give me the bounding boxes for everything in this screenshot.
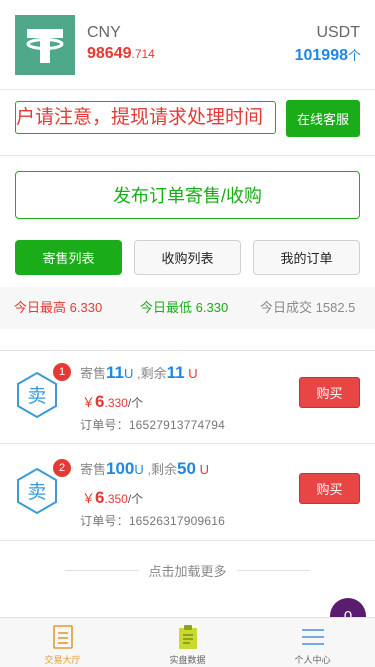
divider-line xyxy=(236,569,311,571)
order-no-value: 16526317909616 xyxy=(128,514,226,528)
remain-unit: U xyxy=(199,462,209,477)
list-item: 卖 2 寄售100U ,剩余50 U ￥6.350/个 订单号：16526317… xyxy=(0,451,375,543)
trade-hall-icon xyxy=(52,625,73,649)
remain-label: ,剩余 xyxy=(137,366,167,381)
nav-trade-label: 交易大厅 xyxy=(44,655,81,665)
sell-hexagon-char: 卖 xyxy=(27,385,46,407)
consign-label: 寄售 xyxy=(80,462,107,477)
nav-market-data[interactable]: 实盘数据 xyxy=(125,618,250,667)
order-no-label: 订单号： xyxy=(80,514,129,528)
notice-text: 户请注意，提现请求处理时间 xyxy=(16,107,264,128)
load-more-label: 点击加载更多 xyxy=(148,563,227,579)
today-stats-ticker: 今日最高 6.330 今日最低 6.330 今日成交 1582.5 xyxy=(0,287,375,329)
sell-hexagon-icon: 卖 xyxy=(17,371,57,419)
load-more-button[interactable]: 点击加载更多 xyxy=(65,561,311,579)
asset-header: CNY 98649.714 USDT 101998个 xyxy=(0,0,375,90)
remain-amount: 11 xyxy=(166,363,185,382)
consign-unit: U xyxy=(134,462,144,477)
online-service-button[interactable]: 在线客服 xyxy=(286,100,360,137)
consign-amount: 11 xyxy=(106,363,124,382)
order-no-value: 16527913774794 xyxy=(128,418,226,432)
bottom-nav: 交易大厅 实盘数据 个人中心 xyxy=(0,617,375,667)
stat-high: 今日最高 6.330 xyxy=(14,287,102,329)
tab-sell-list[interactable]: 寄售列表 xyxy=(15,240,122,275)
usdt-label: USDT xyxy=(316,24,360,41)
stat-volume-value: 1582.5 xyxy=(315,300,356,315)
clipboard-icon xyxy=(178,625,197,649)
order-number: 订单号：16527913774794 xyxy=(80,416,225,433)
sell-hexagon-icon: 卖 xyxy=(17,467,57,515)
remain-label: ,剩余 xyxy=(147,462,178,477)
price-unit: /个 xyxy=(127,492,144,506)
order-no-label: 订单号： xyxy=(80,418,129,432)
buy-button[interactable]: 购买 xyxy=(299,377,360,408)
order-price: ￥6.330/个 xyxy=(82,392,143,412)
divider-line xyxy=(65,569,139,571)
divider xyxy=(0,540,375,541)
order-price: ￥6.350/个 xyxy=(82,488,143,508)
order-number: 订单号：16526317909616 xyxy=(80,512,225,529)
price-dec: .330 xyxy=(104,396,128,410)
menu-icon xyxy=(301,629,324,645)
tab-my-orders[interactable]: 我的订单 xyxy=(253,240,360,275)
buy-button[interactable]: 购买 xyxy=(299,473,360,504)
stat-low-label: 今日最低 xyxy=(140,300,193,315)
yen-sign: ￥ xyxy=(82,491,96,506)
stat-high-value: 6.330 xyxy=(69,300,103,315)
consign-amount: 100 xyxy=(106,459,135,478)
notice-marquee: 户请注意，提现请求处理时间 xyxy=(15,101,276,134)
list-item: 卖 1 寄售11U ,剩余11 U ￥6.330/个 订单号：165279137… xyxy=(0,355,375,447)
stat-volume-label: 今日成交 xyxy=(260,300,313,315)
remain-unit: U xyxy=(188,366,198,381)
usdt-balance-unit: 个 xyxy=(347,48,361,63)
cny-balance-int: 98649 xyxy=(87,45,132,62)
publish-order-button[interactable]: 发布订单寄售/收购 xyxy=(15,171,360,219)
price-dec: .350 xyxy=(104,492,128,506)
consign-label: 寄售 xyxy=(80,366,107,381)
stat-low-value: 6.330 xyxy=(195,300,229,315)
divider xyxy=(0,443,375,444)
stat-low: 今日最低 6.330 xyxy=(140,287,228,329)
nav-trade-hall[interactable]: 交易大厅 xyxy=(0,618,125,667)
order-amounts: 寄售100U ,剩余50 U xyxy=(80,459,209,479)
tab-buy-list[interactable]: 收购列表 xyxy=(134,240,241,275)
remain-amount: 50 xyxy=(177,459,196,478)
usdt-balance-value: 101998 xyxy=(294,47,348,64)
stat-high-label: 今日最高 xyxy=(14,300,67,315)
nav-market-label: 实盘数据 xyxy=(169,655,206,665)
tether-logo-icon xyxy=(15,15,75,75)
divider xyxy=(0,350,375,351)
rank-badge: 1 xyxy=(53,363,71,381)
yen-sign: ￥ xyxy=(82,395,96,410)
sell-hexagon-char: 卖 xyxy=(27,481,46,503)
stat-volume: 今日成交 1582.5 xyxy=(260,287,355,329)
cny-balance: 98649.714 xyxy=(87,45,155,63)
order-amounts: 寄售11U ,剩余11 U xyxy=(80,363,198,383)
rank-badge: 2 xyxy=(53,459,71,477)
cny-balance-dec: .714 xyxy=(131,47,155,61)
usdt-balance: 101998个 xyxy=(295,45,361,65)
divider xyxy=(0,155,375,156)
price-unit: /个 xyxy=(127,396,144,410)
cny-label: CNY xyxy=(87,24,121,41)
consign-unit: U xyxy=(124,366,134,381)
nav-user-label: 个人中心 xyxy=(294,655,331,665)
nav-user-center[interactable]: 个人中心 xyxy=(250,618,375,667)
